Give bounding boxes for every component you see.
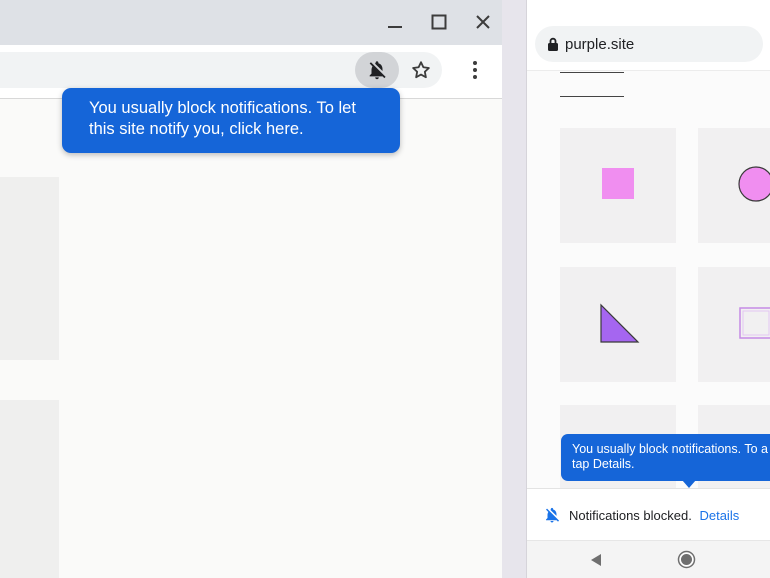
phone-notification-tooltip[interactable]: You usually block notifications. To a ta…: [561, 434, 770, 481]
content-placeholder: [0, 400, 59, 578]
phone-tooltip-text: You usually block notifications. To a ta…: [572, 442, 768, 471]
browser-menu-button[interactable]: [462, 53, 488, 87]
bell-off-icon: [546, 507, 560, 523]
phone-address-field[interactable]: purple.site: [535, 26, 763, 62]
desktop-browser-window: You usually block notifications. To let …: [0, 0, 502, 578]
notifications-blocked-infobar: Notifications blocked. Details: [527, 488, 770, 541]
details-link[interactable]: Details: [699, 508, 739, 523]
maximize-icon: [431, 14, 447, 30]
more-vert-icon: [473, 61, 477, 79]
content-placeholder: [0, 177, 59, 360]
shape-card-circle[interactable]: [698, 128, 770, 243]
maximize-button[interactable]: [425, 8, 453, 36]
star-icon: [412, 61, 430, 79]
minimize-button[interactable]: [381, 8, 409, 36]
shape-card-triangle[interactable]: [560, 267, 676, 382]
text-line-placeholder: [560, 72, 624, 73]
back-icon[interactable]: [590, 553, 602, 567]
shape-card-square[interactable]: [560, 128, 676, 243]
notification-blocked-tooltip[interactable]: You usually block notifications. To let …: [62, 88, 400, 153]
circle-shape: [738, 166, 770, 202]
square-outline-shape: [739, 307, 770, 339]
infobar-text: Notifications blocked.: [569, 508, 692, 523]
text-line-placeholder: [560, 96, 624, 97]
tooltip-arrow: [682, 480, 696, 488]
lock-icon: [548, 37, 558, 51]
triangle-shape: [600, 303, 640, 343]
phone-browser: purple.site You usually block notificati…: [526, 0, 770, 578]
phone-url-text: purple.site: [565, 35, 635, 53]
bookmark-button[interactable]: [405, 53, 437, 87]
infobar-message: Notifications blocked. Details: [569, 508, 739, 523]
tooltip-text: You usually block notifications. To let …: [89, 99, 356, 138]
android-nav-bar: [527, 540, 770, 578]
close-icon: [476, 15, 490, 29]
shape-card-square-outline[interactable]: [698, 267, 770, 382]
title-bar: [0, 0, 502, 45]
window-divider: [502, 0, 526, 578]
notifications-blocked-chip[interactable]: [355, 52, 399, 88]
phone-url-bar: purple.site: [527, 0, 770, 71]
minimize-icon: [388, 26, 402, 28]
bell-off-icon: [369, 61, 386, 80]
home-icon[interactable]: [677, 550, 696, 569]
square-shape: [602, 168, 634, 199]
close-button[interactable]: [469, 8, 497, 36]
